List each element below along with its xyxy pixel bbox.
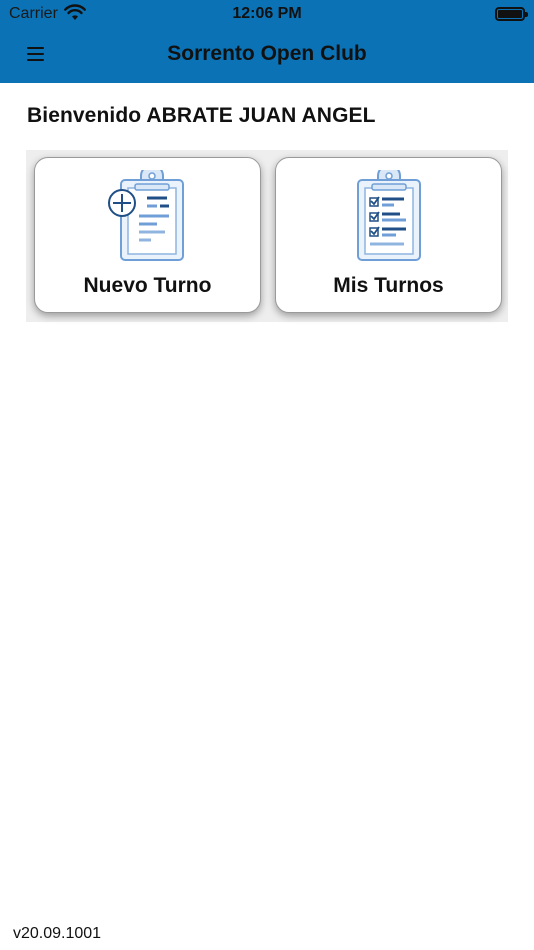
navigation-bar: Carrier 12:06 PM Sorrento Open Club (0, 0, 534, 83)
status-time: 12:06 PM (232, 5, 302, 22)
clipboard-checklist-icon (357, 170, 421, 261)
welcome-message: Bienvenido ABRATE JUAN ANGEL (27, 104, 376, 127)
battery-icon (495, 7, 528, 21)
my-bookings-label: Mis Turnos (333, 274, 444, 297)
new-booking-label: Nuevo Turno (83, 274, 212, 297)
clipboard-add-icon (108, 170, 184, 261)
app-version: v20.09.1001 (13, 925, 102, 942)
new-booking-button[interactable]: Nuevo Turno (34, 157, 261, 313)
status-bar: Carrier 12:06 PM (0, 0, 534, 28)
my-bookings-button[interactable]: Mis Turnos (275, 157, 502, 313)
page-title: Sorrento Open Club (167, 42, 367, 65)
